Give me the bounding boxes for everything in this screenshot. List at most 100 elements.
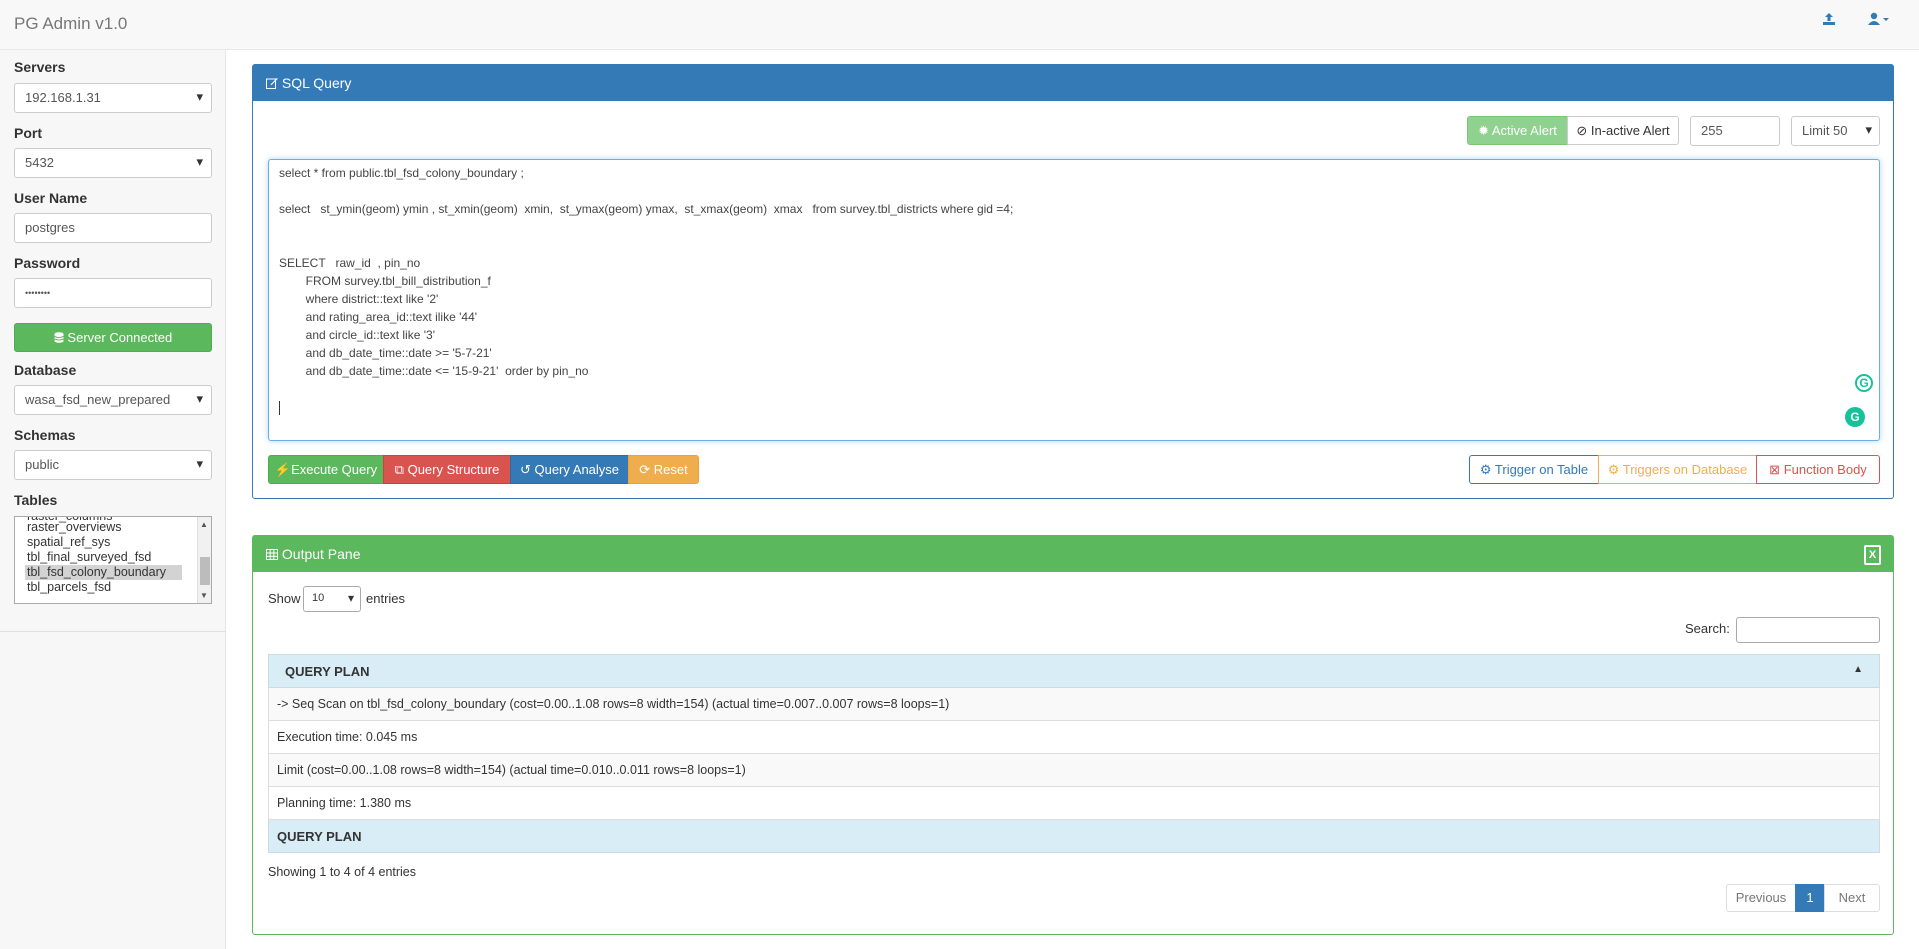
database-select[interactable]: wasa_fsd_new_prepared <box>14 385 212 415</box>
username-input[interactable]: postgres <box>14 213 212 243</box>
execute-query-label: Execute Query <box>291 462 378 477</box>
servers-label: Servers <box>14 59 66 75</box>
upload-icon[interactable] <box>1822 12 1836 30</box>
user-icon[interactable] <box>1868 12 1892 30</box>
active-alert-button[interactable]: ✹ Active Alert <box>1467 116 1568 145</box>
sql-editor[interactable]: select * from public.tbl_fsd_colony_boun… <box>268 159 1880 441</box>
sql-panel-title: SQL Query <box>281 75 352 91</box>
previous-page-button[interactable]: Previous <box>1726 884 1796 912</box>
execute-query-button[interactable]: ⚡Execute Query <box>268 455 384 484</box>
inactive-alert-button[interactable]: ⊘ In-active Alert <box>1567 116 1679 145</box>
query-line: select * from public.tbl_fsd_colony_boun… <box>279 166 524 180</box>
query-line: and circle_id::text like '3' <box>279 328 435 342</box>
table-row: Planning time: 1.380 ms <box>268 787 1880 820</box>
query-line: FROM survey.tbl_bill_distribution_f <box>279 274 491 288</box>
tables-listbox[interactable]: raster_columns raster_overviews spatial_… <box>14 516 212 604</box>
reset-label: Reset <box>653 462 688 477</box>
table-row: Limit (cost=0.00..1.08 rows=8 width=154)… <box>268 754 1880 787</box>
bolt-icon: ⚡ <box>274 462 292 477</box>
next-page-button[interactable]: Next <box>1824 884 1880 912</box>
bug-icon: ✹ <box>1478 123 1489 138</box>
object-group-icon: ⊠ <box>1769 462 1781 477</box>
output-panel-header: Output Pane X <box>253 536 1893 572</box>
schema-select[interactable]: public <box>14 450 212 480</box>
tables-label: Tables <box>14 492 58 508</box>
triggers-on-database-button[interactable]: ⚙ Triggers on Database <box>1598 455 1757 484</box>
app-title[interactable]: PG Admin v1.0 <box>14 14 127 34</box>
sql-panel-header: SQL Query <box>253 65 1893 101</box>
sidebar: Servers 192.168.1.31 Port 5432 User Name… <box>0 50 226 949</box>
query-line: and db_date_time::date >= '5-7-21' <box>279 346 492 360</box>
cog-icon: ⚙ <box>1479 462 1492 477</box>
trigger-on-table-button[interactable]: ⚙ Trigger on Table <box>1469 455 1599 484</box>
sidebar-divider <box>0 631 226 632</box>
scroll-thumb[interactable] <box>200 557 210 585</box>
history-icon: ↺ <box>519 462 531 477</box>
text-cursor <box>279 401 280 415</box>
query-analyse-button[interactable]: ↺ Query Analyse <box>510 455 629 484</box>
trigger-on-table-label: Trigger on Table <box>1494 462 1589 477</box>
edit-icon <box>266 75 282 91</box>
sql-query-panel: SQL Query ✹ Active Alert ⊘ In-active Ale… <box>252 64 1894 499</box>
entries-label: entries <box>366 591 406 606</box>
tables-scrollbar[interactable]: ▲ ▼ <box>197 517 211 603</box>
username-label: User Name <box>14 190 88 206</box>
ban-icon: ⊘ <box>1576 123 1588 138</box>
inactive-alert-label: In-active Alert <box>1590 123 1670 138</box>
port-label: Port <box>14 125 42 141</box>
password-label: Password <box>14 255 81 271</box>
alert-number-input[interactable]: 255 <box>1690 116 1780 146</box>
query-plan-column-footer: QUERY PLAN <box>268 820 1880 853</box>
port-select[interactable]: 5432 <box>14 148 212 178</box>
page-1-button[interactable]: 1 <box>1795 884 1825 912</box>
table-row: Execution time: 0.045 ms <box>268 721 1880 754</box>
top-navbar: PG Admin v1.0 <box>0 0 1919 50</box>
output-pane-panel: Output Pane X Show 10 entries Search: QU… <box>252 535 1894 935</box>
query-plan-column-header[interactable]: QUERY PLAN ▲ <box>268 654 1880 688</box>
query-line: and db_date_time::date <= '15-9-21' orde… <box>279 364 589 378</box>
sort-asc-icon[interactable]: ▲ <box>1853 664 1863 675</box>
server-connected-button[interactable]: Server Connected <box>14 323 212 352</box>
query-line: SELECT raw_id , pin_no <box>279 256 421 270</box>
excel-export-icon[interactable]: X <box>1864 545 1881 565</box>
function-body-label: Function Body <box>1783 462 1867 477</box>
server-select[interactable]: 192.168.1.31 <box>14 83 212 113</box>
database-label: Database <box>14 362 77 378</box>
refresh-icon: ⟳ <box>639 462 651 477</box>
reset-button[interactable]: ⟳ Reset <box>628 455 699 484</box>
database-icon <box>54 330 68 345</box>
table-item-selected[interactable]: tbl_fsd_colony_boundary <box>25 565 182 580</box>
limit-select[interactable]: Limit 50 <box>1791 116 1880 146</box>
server-connected-label: Server Connected <box>67 330 173 345</box>
table-info: Showing 1 to 4 of 4 entries <box>268 865 417 879</box>
query-line: and rating_area_id::text ilike '44' <box>279 310 478 324</box>
sitemap-icon: ⧉ <box>394 462 404 477</box>
table-item[interactable]: tbl_final_surveyed_fsd <box>27 550 187 565</box>
active-alert-label: Active Alert <box>1491 123 1557 138</box>
table-item[interactable]: tbl_parcels_fsd <box>27 580 187 595</box>
schemas-label: Schemas <box>14 427 76 443</box>
search-input[interactable] <box>1736 617 1880 643</box>
grammarly-icon[interactable]: G <box>1855 374 1873 392</box>
show-label: Show <box>268 591 301 606</box>
query-structure-button[interactable]: ⧉ Query Structure <box>383 455 511 484</box>
query-line: select st_ymin(geom) ymin , st_xmin(geom… <box>279 202 1014 216</box>
password-input[interactable]: •••••••• <box>14 278 212 308</box>
scroll-up-icon[interactable]: ▲ <box>200 520 208 529</box>
query-analyse-label: Query Analyse <box>534 462 620 477</box>
query-structure-label: Query Structure <box>407 462 500 477</box>
column-header-label: QUERY PLAN <box>285 664 370 679</box>
triggers-on-database-label: Triggers on Database <box>1622 462 1748 477</box>
search-label: Search: <box>1685 621 1730 636</box>
query-line: where district::text like '2' <box>279 292 439 306</box>
table-item[interactable]: spatial_ref_sys <box>27 535 187 550</box>
table-icon <box>266 546 282 562</box>
function-body-button[interactable]: ⊠ Function Body <box>1756 455 1880 484</box>
entries-select[interactable]: 10 <box>303 586 361 612</box>
output-panel-title: Output Pane <box>281 546 361 562</box>
table-row: -> Seq Scan on tbl_fsd_colony_boundary (… <box>268 688 1880 721</box>
scroll-down-icon[interactable]: ▼ <box>200 591 208 600</box>
grammarly-icon[interactable]: G <box>1845 407 1865 427</box>
table-item[interactable]: raster_overviews <box>27 520 187 535</box>
cogs-icon: ⚙ <box>1607 462 1620 477</box>
